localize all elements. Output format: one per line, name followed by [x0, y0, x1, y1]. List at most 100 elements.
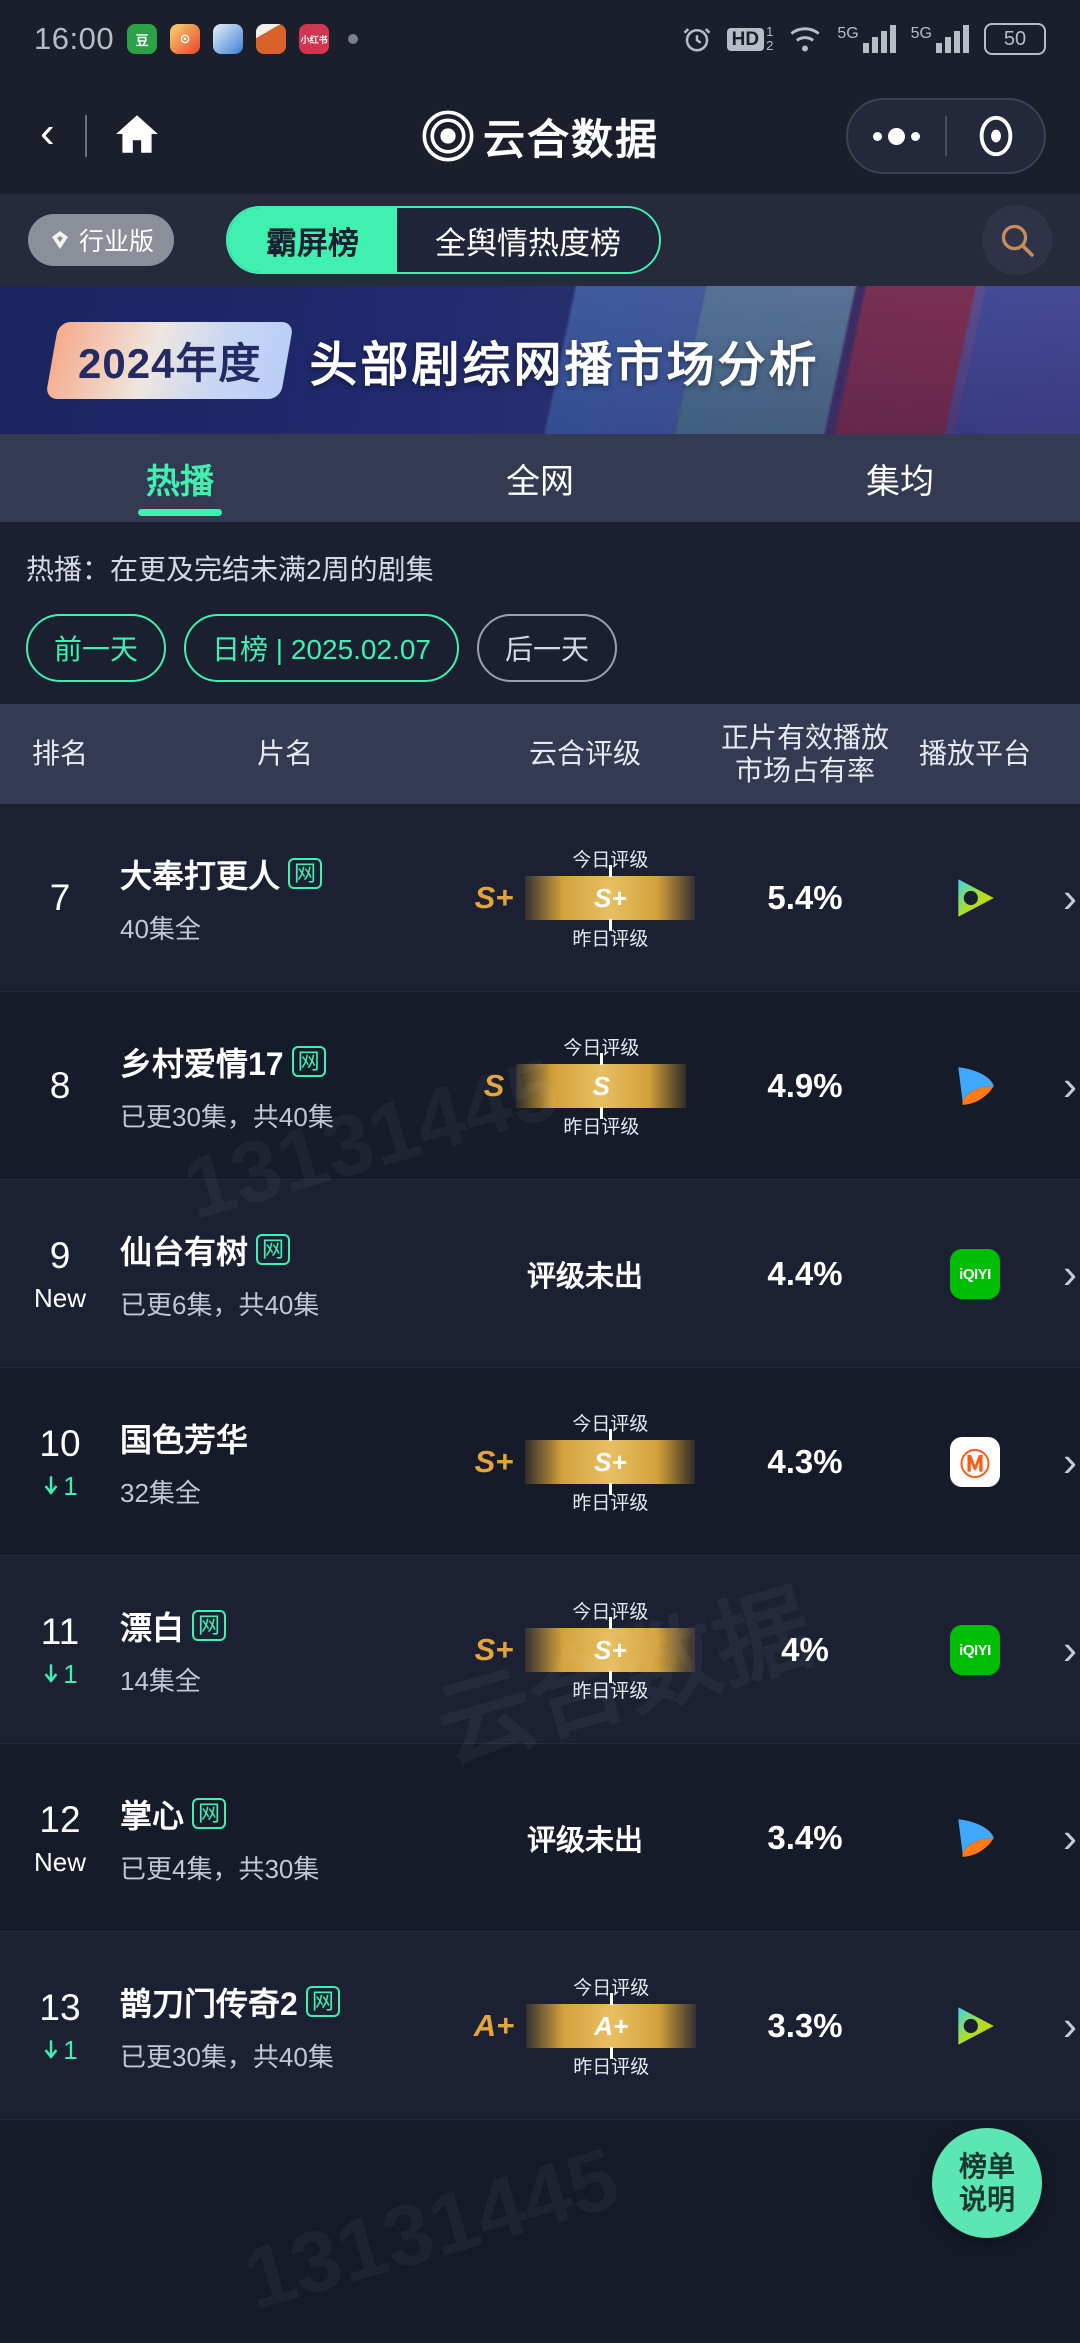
taobao-icon: [256, 24, 287, 54]
status-time: 16:00: [34, 21, 115, 56]
grade-bar-value: S+: [594, 1446, 627, 1477]
cell-name: 仙台有树网已更6集，共40集: [120, 1227, 450, 1322]
grade-bar: S: [516, 1053, 687, 1119]
metric-tabs: 热播 全网 集均: [0, 434, 1080, 522]
annual-report-banner[interactable]: 2024年度 头部剧综网播市场分析: [0, 286, 1080, 434]
row-detail-chevron[interactable]: ›: [1060, 874, 1080, 922]
tab-baping-bang[interactable]: 霸屏榜: [228, 208, 398, 272]
grade-unavailable: 评级未出: [526, 1261, 643, 1293]
table-row[interactable]: 13 1 鹊刀门传奇2 网已更30集，共40集 A+ 今日评级 A+ 昨日评级 3.3% ›: [0, 1932, 1080, 2120]
grade-tick-top: [609, 1429, 613, 1441]
diamond-icon: [52, 231, 68, 249]
cell-platform[interactable]: [890, 873, 1060, 923]
nav-divider: [84, 115, 87, 157]
status-bar: 16:00 豆 ⊙ 小红书 HD 1 2 5G 5G 50: [0, 0, 1080, 78]
cell-rank: 12 New: [0, 1799, 120, 1878]
tab-quanwang[interactable]: 全网: [360, 434, 720, 522]
table-row[interactable]: 12 New 掌心网已更4集，共30集 评级未出 3.4% ›: [0, 1744, 1080, 1932]
cell-name: 漂白网 14集全: [120, 1603, 450, 1698]
row-detail-chevron[interactable]: ›: [1060, 1626, 1080, 1674]
market-share-value: 4.9%: [767, 1067, 843, 1104]
show-title: 大奉打更人: [120, 857, 281, 894]
back-chevron-icon[interactable]: ‹: [34, 111, 71, 161]
grade-meter: 今日评级 S 昨日评级: [516, 1033, 687, 1139]
rank-number: 11: [40, 1610, 80, 1652]
grade-meter: 今日评级 S+ 昨日评级: [525, 1409, 696, 1515]
grade-letter: S+: [474, 1444, 514, 1479]
row-detail-chevron[interactable]: ›: [1060, 1062, 1080, 1110]
grade-tick-bottom: [610, 2047, 614, 2059]
chevron-right-icon: ›: [1063, 1250, 1077, 1297]
cell-grade: 评级未出: [450, 1817, 720, 1859]
status-bar-right: HD 1 2 5G 5G 50: [682, 23, 1046, 55]
rank-change: 1: [0, 1659, 120, 1690]
show-title: 掌心: [120, 1797, 185, 1834]
signal-1-bars: [862, 25, 896, 53]
cell-name: 鹊刀门传奇2 网已更30集，共40集: [120, 1979, 450, 2074]
chevron-right-icon: ›: [1063, 2002, 1077, 2049]
cell-platform[interactable]: iQIYI: [890, 1249, 1060, 1299]
more-dots-icon[interactable]: [848, 127, 945, 145]
row-detail-chevron[interactable]: ›: [1060, 2002, 1080, 2050]
episode-info: 已更30集，共40集: [120, 1101, 334, 1132]
chevron-right-icon: ›: [1063, 874, 1077, 921]
grade-tick-top: [609, 1617, 613, 1629]
prev-day-button[interactable]: 前一天: [26, 614, 167, 682]
cell-platform[interactable]: Ⓜ: [890, 1437, 1060, 1487]
cell-rank: 10 1: [0, 1423, 120, 1502]
grade-letter: S+: [474, 1632, 514, 1667]
grade-tick-bottom: [609, 1483, 613, 1495]
ranking-table-body: 7 大奉打更人网 40集全 S+ 今日评级 S+ 昨日评级 5.4% › 8 乡村爱情17 网已更30…: [0, 804, 1080, 2120]
signal-1: 5G: [837, 25, 896, 53]
watermark-3: 13131445: [234, 2129, 629, 2330]
capsule-button-group[interactable]: [846, 98, 1046, 174]
table-row[interactable]: 10 1 国色芳华 32集全 S+ 今日评级 S+ 昨日评级 4.3% Ⓜ ›: [0, 1368, 1080, 1556]
cell-platform[interactable]: [890, 1061, 1060, 1111]
table-row[interactable]: 8 乡村爱情17 网已更30集，共40集 S 今日评级 S 昨日评级 4.9% ›: [0, 992, 1080, 1180]
home-icon[interactable]: [111, 109, 163, 164]
banner-title: 头部剧综网播市场分析: [309, 339, 820, 392]
battery-indicator: 50: [984, 23, 1046, 55]
filter-note: 热播：在更及完结未满2周的剧集: [26, 554, 434, 585]
show-title: 漂白: [120, 1609, 185, 1646]
chevron-right-icon: ›: [1063, 1626, 1077, 1673]
notification-dot-icon: [348, 34, 359, 44]
signal-1-label: 5G: [837, 25, 859, 42]
table-row[interactable]: 7 大奉打更人网 40集全 S+ 今日评级 S+ 昨日评级 5.4% ›: [0, 804, 1080, 992]
market-share-value: 5.4%: [767, 879, 843, 916]
grade-tick-bottom: [600, 1107, 604, 1119]
cell-platform[interactable]: iQIYI: [890, 1625, 1060, 1675]
next-day-button[interactable]: 后一天: [477, 614, 618, 682]
table-row[interactable]: 9 New 仙台有树网已更6集，共40集 评级未出 4.4% iQIYI ›: [0, 1180, 1080, 1368]
close-target-icon[interactable]: [947, 113, 1044, 159]
search-icon[interactable]: [982, 205, 1052, 275]
industry-edition-badge[interactable]: 行业版: [28, 214, 175, 266]
grade-unavailable: 评级未出: [526, 1825, 643, 1857]
cell-name: 大奉打更人网 40集全: [120, 851, 450, 946]
header-platform: 播放平台: [918, 738, 1031, 770]
row-detail-chevron[interactable]: ›: [1060, 1438, 1080, 1486]
episode-info: 40集全: [120, 913, 201, 944]
grade-meter: 今日评级 S+ 昨日评级: [525, 845, 696, 951]
cell-rank: 13 1: [0, 1987, 120, 2066]
signal-2-bars: [936, 25, 969, 53]
banner-year-label: 2024年度: [78, 339, 262, 387]
industry-edition-label: 行业版: [79, 228, 155, 256]
ranking-explanation-fab[interactable]: 榜单 说明: [932, 2128, 1042, 2238]
ranking-segmented-control[interactable]: 霸屏榜 全舆情热度榜: [226, 206, 662, 274]
row-detail-chevron[interactable]: ›: [1060, 1250, 1080, 1298]
header-share-line2: 市场占有率: [734, 755, 875, 786]
table-row[interactable]: 11 1 漂白网 14集全 S+ 今日评级 S+ 昨日评级 4% iQIYI ›: [0, 1556, 1080, 1744]
cell-share: 5.4%: [720, 879, 890, 917]
grade-bar-value: S: [592, 1070, 611, 1101]
rank-number: 9: [49, 1234, 71, 1276]
row-detail-chevron[interactable]: ›: [1060, 1814, 1080, 1862]
cell-platform[interactable]: [890, 2001, 1060, 2051]
status-bar-left: 16:00 豆 ⊙ 小红书: [34, 21, 359, 57]
tab-quanyuqing-redu-bang[interactable]: 全舆情热度榜: [397, 208, 660, 272]
tab-jijun[interactable]: 集均: [720, 434, 1080, 522]
tab-rebo[interactable]: 热播: [0, 434, 360, 522]
cell-platform[interactable]: [890, 1813, 1060, 1863]
date-selector-chip[interactable]: 日榜 | 2025.02.07: [184, 614, 459, 682]
cell-share: 3.4%: [720, 1819, 890, 1857]
